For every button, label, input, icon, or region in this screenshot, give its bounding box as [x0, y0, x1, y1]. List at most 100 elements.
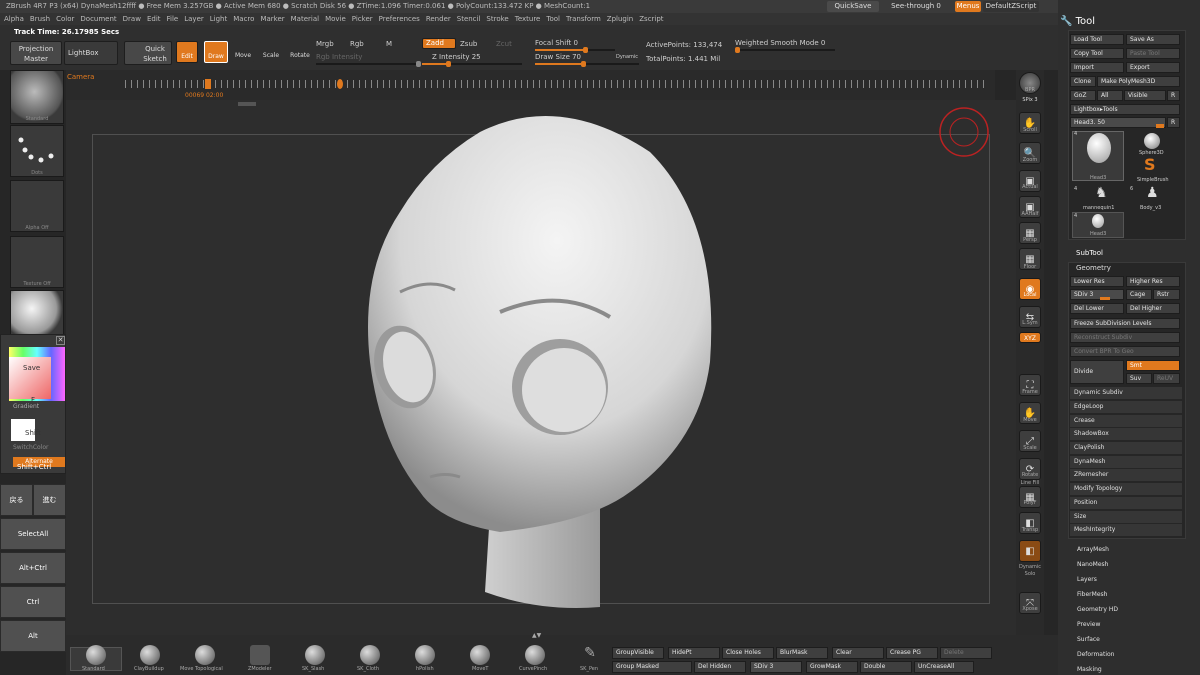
del-lower-button[interactable]: Del Lower: [1070, 303, 1124, 314]
sdiv-slider-handle[interactable]: [1100, 297, 1110, 300]
mrgb-button[interactable]: Mrgb: [316, 40, 334, 48]
masking-section[interactable]: Masking: [1077, 666, 1102, 673]
menu-draw[interactable]: Draw: [123, 15, 141, 23]
timeline-track[interactable]: [125, 80, 985, 88]
uncrease-all-button[interactable]: UnCreaseAll: [914, 661, 974, 673]
sculpt-head-model[interactable]: [360, 112, 740, 612]
export-button[interactable]: Export: [1126, 62, 1180, 73]
goz-button[interactable]: GoZ: [1070, 90, 1096, 101]
switch-color-label[interactable]: SwitchColor: [13, 444, 49, 451]
projection-master-button[interactable]: Projection Master: [10, 41, 62, 65]
reconstruct-subdiv-button[interactable]: Reconstruct Subdiv: [1070, 332, 1180, 343]
xyz-button[interactable]: XYZ: [1019, 332, 1041, 343]
edit-button[interactable]: Edit: [176, 41, 198, 63]
goz-all-button[interactable]: All: [1097, 90, 1123, 101]
paste-tool-button[interactable]: Paste Tool: [1126, 48, 1180, 59]
dynamesh-row[interactable]: DynaMesh: [1070, 456, 1182, 468]
menus-button[interactable]: Menus: [955, 1, 981, 12]
hpolish-brush-icon[interactable]: [415, 645, 435, 665]
crease-row[interactable]: Crease: [1070, 415, 1182, 427]
menu-brush[interactable]: Brush: [30, 15, 50, 23]
zremesher-row[interactable]: ZRemesher: [1070, 469, 1182, 481]
gradient-label[interactable]: Gradient: [13, 403, 39, 410]
lower-res-button[interactable]: Lower Res: [1070, 276, 1124, 287]
fibermesh-section[interactable]: FiberMesh: [1077, 591, 1107, 598]
goz-visible-button[interactable]: Visible: [1124, 90, 1166, 101]
lightbox-tools-button[interactable]: Lightbox▸Tools: [1070, 104, 1180, 115]
claybuildup-brush-icon[interactable]: [140, 645, 160, 665]
default-zscript-button[interactable]: DefaultZScript: [983, 1, 1039, 12]
sk-cloth-brush-icon[interactable]: [360, 645, 380, 665]
rotate-button[interactable]: Rotate: [288, 41, 312, 63]
menu-layer[interactable]: Layer: [184, 15, 204, 23]
size-row[interactable]: Size: [1070, 511, 1182, 523]
z-intensity-track[interactable]: [422, 61, 522, 67]
dynamic-button[interactable]: ◧: [1019, 540, 1041, 562]
preview-section[interactable]: Preview: [1077, 621, 1100, 628]
z-intensity-slider[interactable]: Z Intensity 25: [432, 53, 481, 61]
suv-toggle[interactable]: Suv: [1126, 373, 1152, 384]
body-icon[interactable]: ♟: [1146, 185, 1159, 201]
menu-movie[interactable]: Movie: [325, 15, 346, 23]
current-tool-slider-handle[interactable]: [1156, 124, 1164, 128]
focal-shift-slider[interactable]: Focal Shift 0: [535, 39, 578, 47]
geometry-hd-section[interactable]: Geometry HD: [1077, 606, 1118, 613]
rstr-button[interactable]: Rstr: [1153, 289, 1180, 300]
group-visible-button[interactable]: GroupVisible: [612, 647, 664, 659]
reuv-toggle[interactable]: ReUV: [1153, 373, 1180, 384]
rgb-intensity-slider[interactable]: Rgb Intensity: [316, 53, 362, 61]
save-color-label[interactable]: Save: [23, 364, 40, 372]
surface-section[interactable]: Surface: [1077, 636, 1100, 643]
dynamic-subdiv-row[interactable]: Dynamic Subdiv: [1070, 387, 1182, 399]
zadd-button[interactable]: Zadd: [422, 38, 456, 49]
clone-button[interactable]: Clone: [1070, 76, 1096, 87]
timeline-keyframe[interactable]: [205, 79, 211, 89]
ctrl-key[interactable]: Ctrl: [0, 586, 66, 618]
quicksave-button[interactable]: QuickSave: [827, 1, 879, 12]
navigation-gizmo-icon[interactable]: [936, 104, 992, 160]
deformation-section[interactable]: Deformation: [1077, 651, 1114, 658]
arraymesh-section[interactable]: ArrayMesh: [1077, 546, 1109, 553]
solo-label[interactable]: Solo: [1016, 571, 1044, 577]
convert-bpr-button[interactable]: Convert BPR To Geo: [1070, 346, 1180, 357]
menu-preferences[interactable]: Preferences: [379, 15, 420, 23]
rgb-intensity-track[interactable]: [316, 61, 421, 67]
sk-pen-brush-icon[interactable]: ✎: [580, 645, 600, 665]
current-tool-r-button[interactable]: R: [1167, 117, 1180, 128]
position-row[interactable]: Position: [1070, 497, 1182, 509]
weighted-smooth-track[interactable]: [735, 47, 835, 53]
redo-key[interactable]: 進む: [33, 484, 66, 516]
undo-key[interactable]: 戻る: [0, 484, 33, 516]
group-masked-button[interactable]: Group Masked: [612, 661, 692, 673]
lightbox-button[interactable]: LightBox: [64, 41, 118, 65]
sdiv-slider[interactable]: SDiv 3: [1070, 289, 1124, 300]
copy-tool-button[interactable]: Copy Tool: [1070, 48, 1124, 59]
close-icon[interactable]: ✕: [56, 336, 65, 345]
curvepinch-brush-icon[interactable]: [525, 645, 545, 665]
zmodeler-brush-icon[interactable]: [250, 645, 270, 665]
standard-brush-icon[interactable]: [86, 645, 106, 665]
current-tool-slider[interactable]: Head3. 50: [1070, 117, 1166, 128]
menu-marker[interactable]: Marker: [260, 15, 284, 23]
del-higher-button[interactable]: Del Higher: [1126, 303, 1180, 314]
m-button[interactable]: M: [386, 40, 392, 48]
simplebrush-icon[interactable]: S: [1144, 155, 1156, 174]
menu-material[interactable]: Material: [291, 15, 319, 23]
import-button[interactable]: Import: [1070, 62, 1124, 73]
dynamic-toggle[interactable]: Dynamic: [616, 54, 638, 60]
menu-file[interactable]: File: [167, 15, 179, 23]
menu-tool[interactable]: Tool: [546, 15, 560, 23]
cage-button[interactable]: Cage: [1126, 289, 1152, 300]
move-topological-brush-icon[interactable]: [195, 645, 215, 665]
menu-alpha[interactable]: Alpha: [4, 15, 24, 23]
material-thumbnail[interactable]: [10, 290, 64, 336]
quick-sketch-button[interactable]: Quick Sketch: [124, 41, 172, 65]
hidept-button[interactable]: HidePt: [668, 647, 720, 659]
higher-res-button[interactable]: Higher Res: [1126, 276, 1180, 287]
move-button[interactable]: Move: [232, 41, 254, 63]
draw-size-slider[interactable]: Draw Size 70: [535, 53, 581, 61]
menu-zplugin[interactable]: Zplugin: [607, 15, 633, 23]
weighted-smooth-mode[interactable]: Weighted Smooth Mode 0: [735, 39, 825, 47]
canvas-scroll-handle[interactable]: [238, 102, 256, 106]
focal-shift-track[interactable]: [535, 47, 615, 53]
